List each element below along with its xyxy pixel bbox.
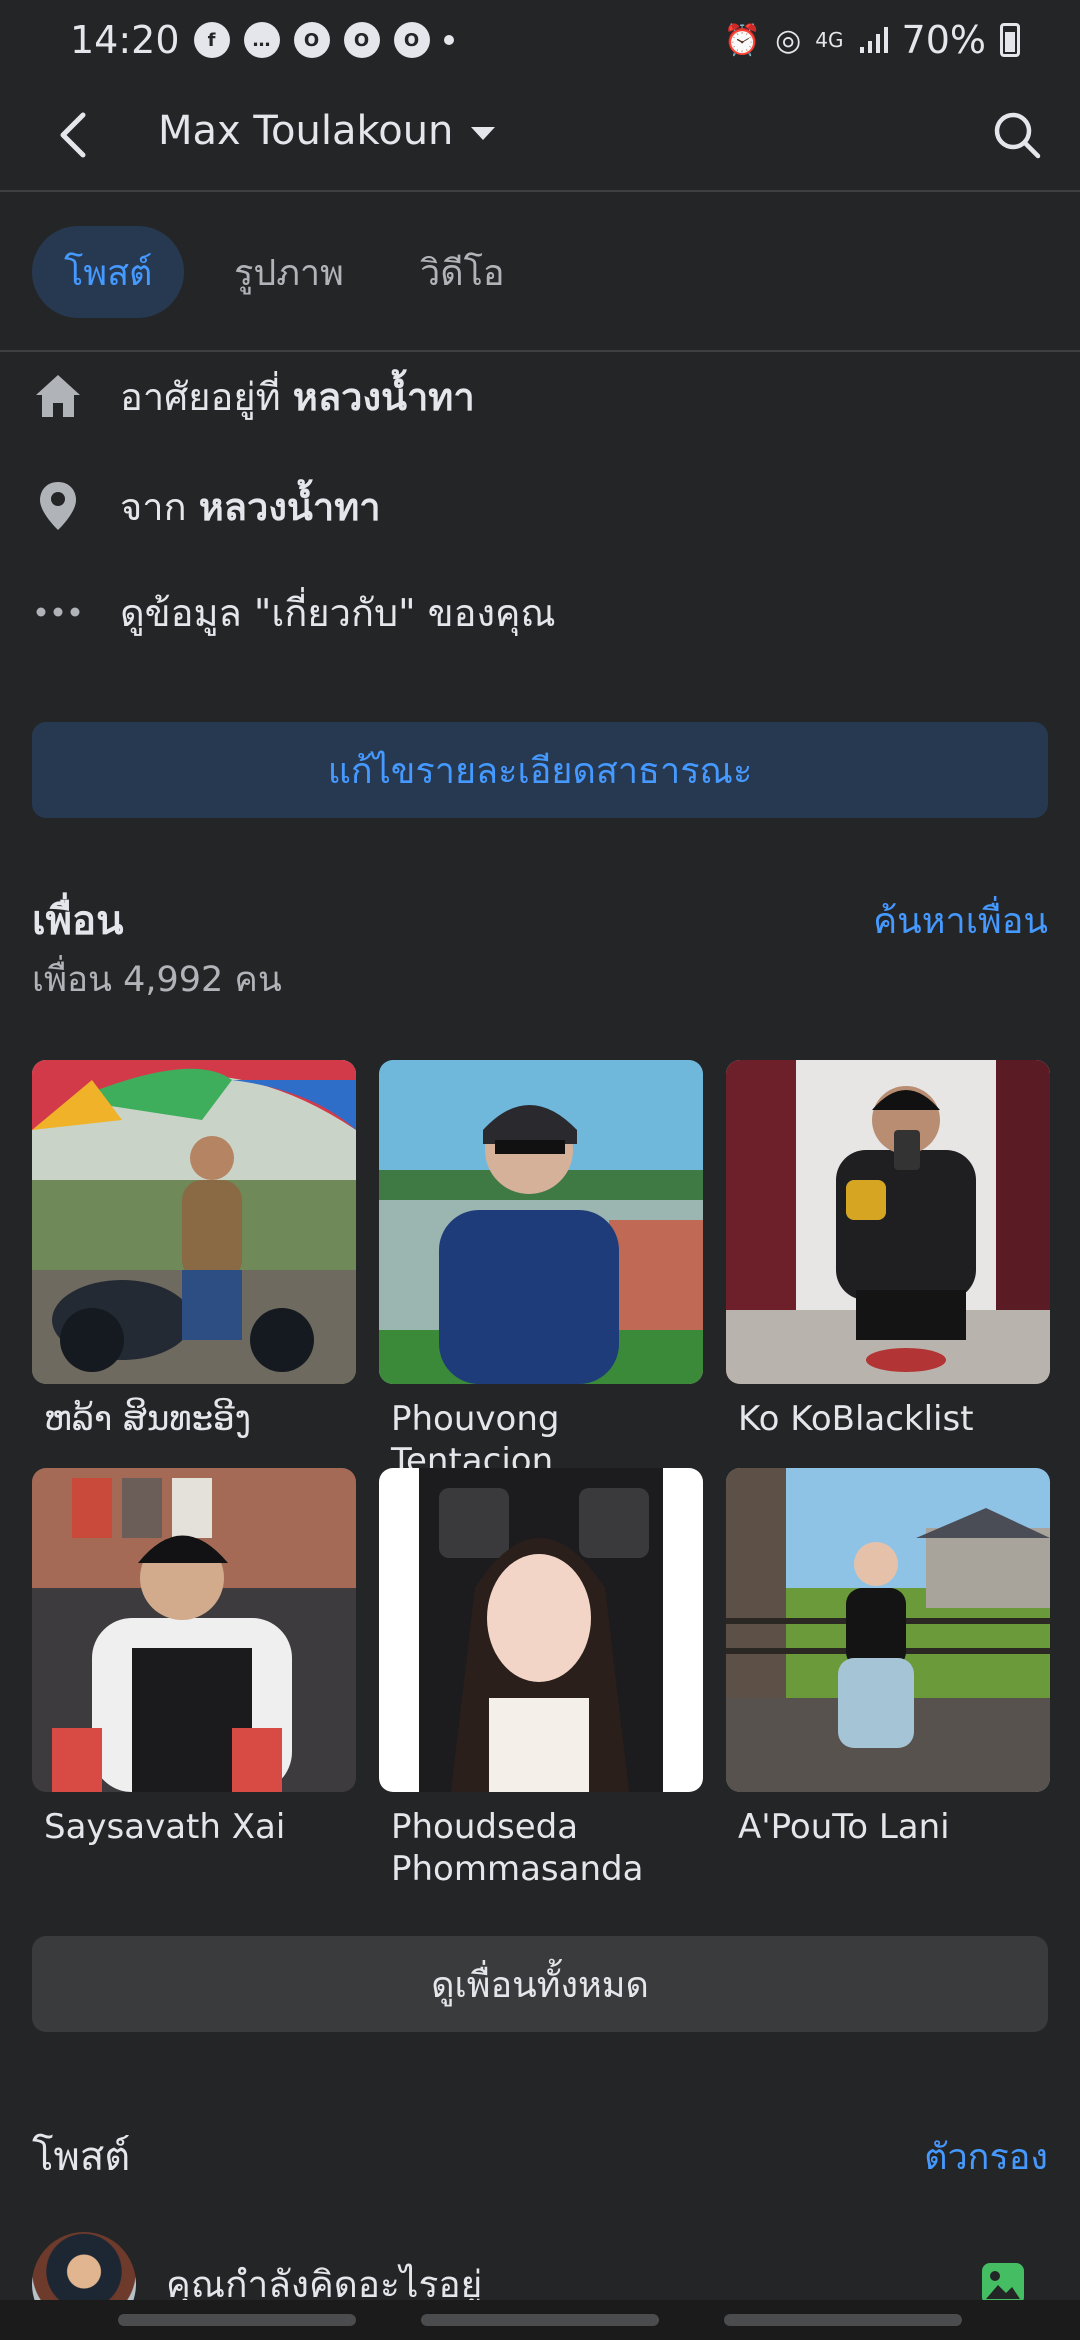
- lives-in-value[interactable]: หลวงน้ำทา: [293, 366, 475, 427]
- friend-photo: [32, 1060, 356, 1384]
- facebook-icon: f: [193, 22, 230, 58]
- friend-card[interactable]: ຫລ້າ ສິນທະອີງ: [32, 1060, 356, 1440]
- see-all-friends-button[interactable]: ดูเพื่อนทั้งหมด: [32, 1936, 1048, 2032]
- friend-photo: [726, 1060, 1050, 1384]
- app-notification-icon: O: [293, 22, 330, 58]
- find-friends-link[interactable]: ค้นหาเพื่อน: [873, 892, 1048, 949]
- network-type: 4G: [815, 28, 844, 52]
- friend-photo: [32, 1468, 356, 1792]
- friend-photo: [726, 1468, 1050, 1792]
- friend-card[interactable]: Phouvong Tentacion: [379, 1060, 703, 1482]
- top-app-bar: Max Toulakoun: [0, 80, 1080, 192]
- see-about-label: ดูข้อมูล "เกี่ยวกับ" ของคุณ: [120, 590, 556, 635]
- messenger-icon: …: [243, 22, 280, 58]
- more-dots-icon: [32, 586, 84, 638]
- see-about-row[interactable]: ดูข้อมูล "เกี่ยวกับ" ของคุณ: [32, 572, 1048, 652]
- profile-tabs: โพสต์ รูปภาพ วิดีโอ: [0, 192, 1080, 352]
- signal-icon: [859, 27, 888, 53]
- friend-name: ຫລ້າ ສິນທະອີງ: [44, 1399, 252, 1439]
- tab-photos[interactable]: รูปภาพ: [202, 226, 376, 318]
- recents-button[interactable]: [118, 2314, 356, 2326]
- from-value[interactable]: หลวงน้ำทา: [199, 476, 381, 537]
- back-nav-button[interactable]: [724, 2314, 962, 2326]
- lives-in-row: อาศัยอยู่ที่ หลวงน้ำทา: [32, 356, 1048, 436]
- from-label: จาก: [120, 484, 199, 529]
- friend-photo: [379, 1468, 703, 1792]
- friend-card[interactable]: Phoudseda Phommasanda: [379, 1468, 703, 1890]
- friend-card[interactable]: A'PouTo Lani: [726, 1468, 1050, 1848]
- profile-switcher[interactable]: Max Toulakoun: [158, 108, 496, 154]
- system-navigation-bar: [0, 2300, 1080, 2340]
- home-button[interactable]: [421, 2314, 659, 2326]
- friend-name: Ko KoBlacklist: [738, 1399, 974, 1439]
- filter-link[interactable]: ตัวกรอง: [924, 2128, 1048, 2185]
- lives-in-label: อาศัยอยู่ที่: [120, 374, 293, 419]
- posts-title: โพสต์: [32, 2134, 131, 2180]
- caret-down-icon: [471, 126, 496, 140]
- app-notification-icon: O: [393, 22, 430, 58]
- chevron-left-icon: [60, 112, 86, 158]
- location-pin-icon: [32, 480, 84, 532]
- battery-percent: 70%: [901, 18, 986, 62]
- hotspot-icon: ◎: [775, 22, 802, 58]
- back-button[interactable]: [40, 102, 106, 168]
- battery-icon: [1000, 23, 1020, 57]
- friend-card[interactable]: Saysavath Xai: [32, 1468, 356, 1848]
- tab-videos[interactable]: วิดีโอ: [388, 226, 537, 318]
- home-icon: [32, 370, 84, 422]
- tab-posts[interactable]: โพสต์: [32, 226, 185, 318]
- friend-card[interactable]: Ko KoBlacklist: [726, 1060, 1050, 1440]
- friend-name: Phoudseda Phommasanda: [391, 1807, 644, 1889]
- app-notification-icon: O: [343, 22, 380, 58]
- status-time: 14:20: [70, 18, 180, 62]
- friend-name: A'PouTo Lani: [738, 1807, 950, 1847]
- edit-public-details-button[interactable]: แก้ไขรายละเอียดสาธารณะ: [32, 722, 1048, 818]
- profile-name: Max Toulakoun: [158, 108, 454, 154]
- status-bar: 14:20 f … O O O ⏰ ◎ 4G 70%: [0, 0, 1080, 80]
- search-button[interactable]: [984, 102, 1050, 168]
- friends-title: เพื่อน: [32, 898, 124, 944]
- friend-photo: [379, 1060, 703, 1384]
- alarm-icon: ⏰: [723, 22, 762, 58]
- more-notifications-icon: [443, 35, 454, 45]
- search-icon: [994, 112, 1041, 159]
- friend-name: Saysavath Xai: [44, 1807, 286, 1847]
- friends-count: เพื่อน 4,992 คน: [32, 960, 282, 1000]
- from-row: จาก หลวงน้ำทา: [32, 466, 1048, 546]
